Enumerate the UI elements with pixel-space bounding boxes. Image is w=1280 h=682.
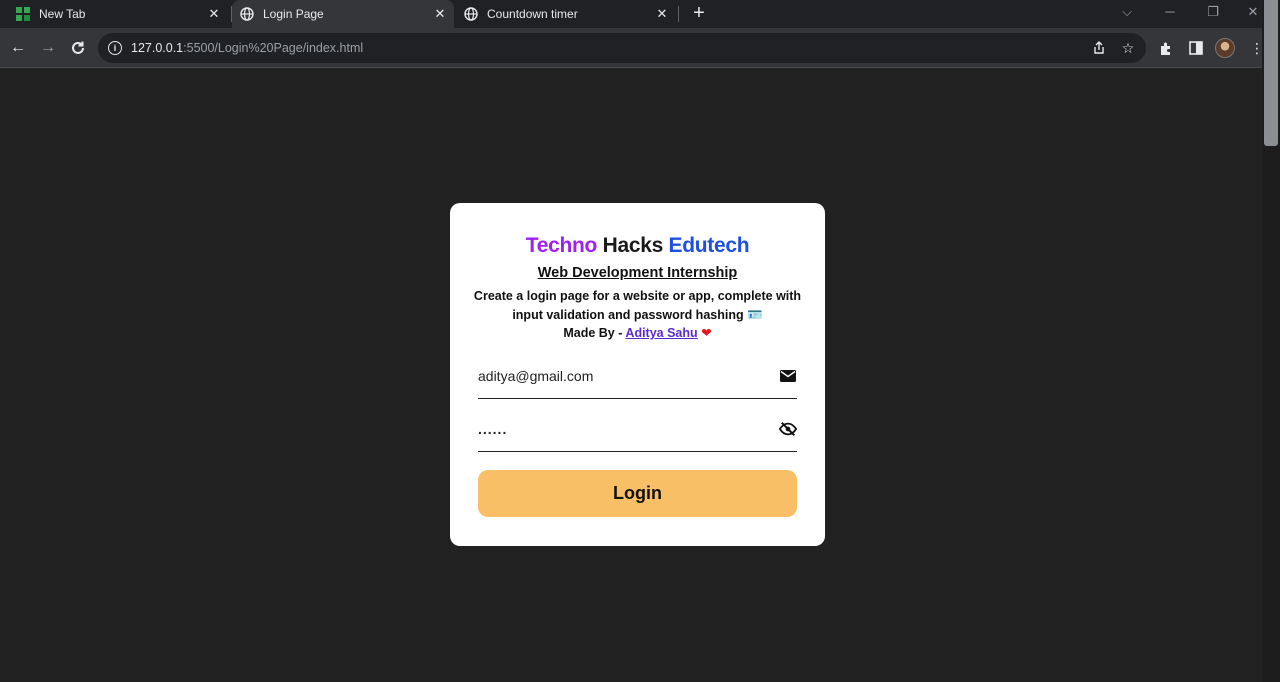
tab-strip: New Tab ✕ Login Page ✕ Countdown timer ✕… — [0, 0, 1280, 28]
tab-separator — [678, 6, 679, 22]
new-tab-button[interactable]: + — [688, 3, 710, 25]
address-bar[interactable]: i 127.0.0.1:5500/Login%20Page/index.html… — [98, 33, 1146, 63]
task-description: Create a login page for a website or app… — [470, 287, 805, 325]
url-host: 127.0.0.1 — [131, 41, 184, 55]
tab-title: Countdown timer — [487, 7, 578, 21]
tab-new-tab[interactable]: New Tab ✕ — [16, 0, 228, 28]
heart-icon: ❤ — [701, 326, 712, 340]
reload-glyph — [72, 41, 84, 54]
eye-slash-icon[interactable] — [779, 420, 797, 438]
forward-arrow-icon[interactable]: → — [38, 38, 58, 58]
tab-title: New Tab — [39, 7, 86, 21]
password-field-wrapper — [478, 408, 797, 452]
side-panel-icon[interactable] — [1187, 39, 1205, 57]
email-field-wrapper — [478, 355, 797, 399]
scrollbar-thumb[interactable] — [1264, 0, 1278, 146]
email-field[interactable] — [478, 365, 758, 387]
tab-search-icon[interactable]: ⌵ — [1117, 4, 1137, 20]
made-by-prefix: Made By - — [563, 326, 626, 340]
login-button[interactable]: Login — [478, 470, 797, 517]
extensions-puzzle-icon[interactable] — [1157, 39, 1175, 57]
browser-toolbar: ← → i 127.0.0.1:5500/Login%20Page/index.… — [0, 28, 1280, 68]
brand-title: Techno Hacks Edutech — [450, 234, 825, 258]
back-arrow-icon[interactable]: ← — [8, 38, 28, 58]
brand-edutech: Edutech — [668, 234, 750, 257]
close-tab-icon[interactable]: ✕ — [432, 6, 448, 22]
bookmark-star-icon[interactable]: ☆ — [1120, 40, 1136, 56]
right-edge-strip — [1262, 0, 1280, 682]
globe-icon — [240, 7, 254, 21]
made-by-line: Made By - Aditya Sahu ❤ — [450, 325, 825, 340]
envelope-icon — [779, 367, 797, 385]
close-tab-icon[interactable]: ✕ — [206, 6, 222, 22]
reload-icon[interactable] — [68, 38, 88, 58]
login-card: Techno Hacks Edutech Web Development Int… — [450, 203, 825, 546]
profile-avatar[interactable] — [1215, 38, 1235, 58]
site-info-icon[interactable]: i — [108, 41, 122, 55]
url-path: :5500/Login%20Page/index.html — [183, 41, 364, 55]
tab-countdown-timer[interactable]: Countdown timer ✕ — [464, 0, 676, 28]
minimize-icon[interactable]: ─ — [1160, 4, 1180, 19]
close-tab-icon[interactable]: ✕ — [654, 6, 670, 22]
close-window-icon[interactable]: ✕ — [1243, 4, 1263, 20]
tab-login-page[interactable]: Login Page ✕ — [232, 0, 454, 28]
brand-hacks: Hacks — [597, 234, 669, 257]
grid-favicon-icon — [16, 7, 30, 21]
url-text[interactable]: 127.0.0.1:5500/Login%20Page/index.html — [131, 41, 363, 55]
share-icon[interactable] — [1091, 40, 1107, 56]
internship-subtitle: Web Development Internship — [537, 265, 738, 281]
brand-techno: Techno — [525, 234, 598, 257]
author-link[interactable]: Aditya Sahu — [625, 326, 697, 340]
globe-icon — [464, 7, 478, 21]
restore-icon[interactable]: ❐ — [1203, 4, 1223, 20]
tab-title: Login Page — [263, 7, 324, 21]
password-field[interactable] — [478, 418, 758, 440]
id-card-emoji-icon: 🪪 — [747, 308, 763, 322]
